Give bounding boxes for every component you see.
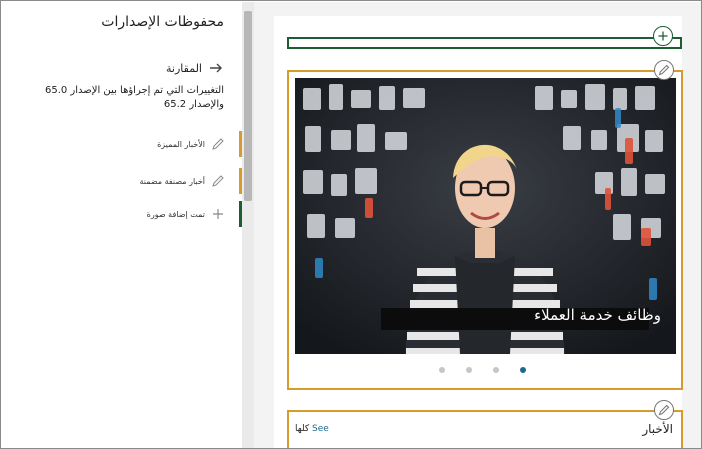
change-item-featured-news[interactable]: الأخبار المميزة: [6, 131, 242, 157]
arrow-right-icon: [210, 63, 222, 73]
compare-link[interactable]: المقارنة: [166, 60, 224, 76]
changes-description: التغييرات التي تم إجراؤها بين الإصدار 65…: [44, 85, 224, 110]
page-body: وظائف خدمة العملاء الأخبار See كلها: [274, 16, 683, 448]
panel-title: محفوظات الإصدارات: [101, 14, 224, 30]
carousel-dots: [439, 364, 539, 376]
see-all-suffix: كلها: [295, 424, 310, 434]
pencil-icon: [212, 175, 224, 187]
carousel-dot-3[interactable]: [493, 367, 499, 373]
news-web-part[interactable]: الأخبار See كلها: [287, 410, 683, 448]
change-item-inline-news[interactable]: أخبار مصنفة مضمنة: [6, 168, 242, 194]
news-title: الأخبار: [642, 422, 673, 436]
version-history-panel: محفوظات الإصدارات المقارنة التغييرات الت…: [2, 2, 242, 448]
page-canvas: وظائف خدمة العملاء الأخبار See كلها: [254, 2, 701, 448]
change-item-label: أخبار مصنفة مضمنة: [139, 176, 206, 186]
hero-caption: وظائف خدمة العملاء: [534, 306, 661, 324]
carousel-dot-1[interactable]: [439, 367, 445, 373]
pencil-icon: [212, 138, 224, 150]
change-item-label: تمت إضافة صورة: [146, 209, 205, 219]
compare-label: المقارنة: [166, 61, 202, 75]
see-all-link-text: See: [312, 424, 329, 434]
change-item-label: الأخبار المميزة: [157, 139, 205, 149]
plus-icon: [213, 209, 223, 219]
added-section[interactable]: [287, 37, 682, 49]
hero-web-part[interactable]: وظائف خدمة العملاء: [287, 70, 683, 390]
edit-news-pencil-icon[interactable]: [654, 400, 674, 420]
add-section-plus-icon[interactable]: [653, 26, 673, 46]
carousel-dot-2[interactable]: [466, 367, 472, 373]
app-window: محفوظات الإصدارات المقارنة التغييرات الت…: [0, 0, 702, 449]
change-item-image-added[interactable]: تمت إضافة صورة: [6, 201, 242, 227]
carousel-dot-4[interactable]: [520, 367, 526, 373]
see-all-link[interactable]: See كلها: [295, 424, 329, 434]
panel-scrollbar-thumb[interactable]: [244, 11, 252, 201]
edit-hero-pencil-icon[interactable]: [654, 60, 674, 80]
